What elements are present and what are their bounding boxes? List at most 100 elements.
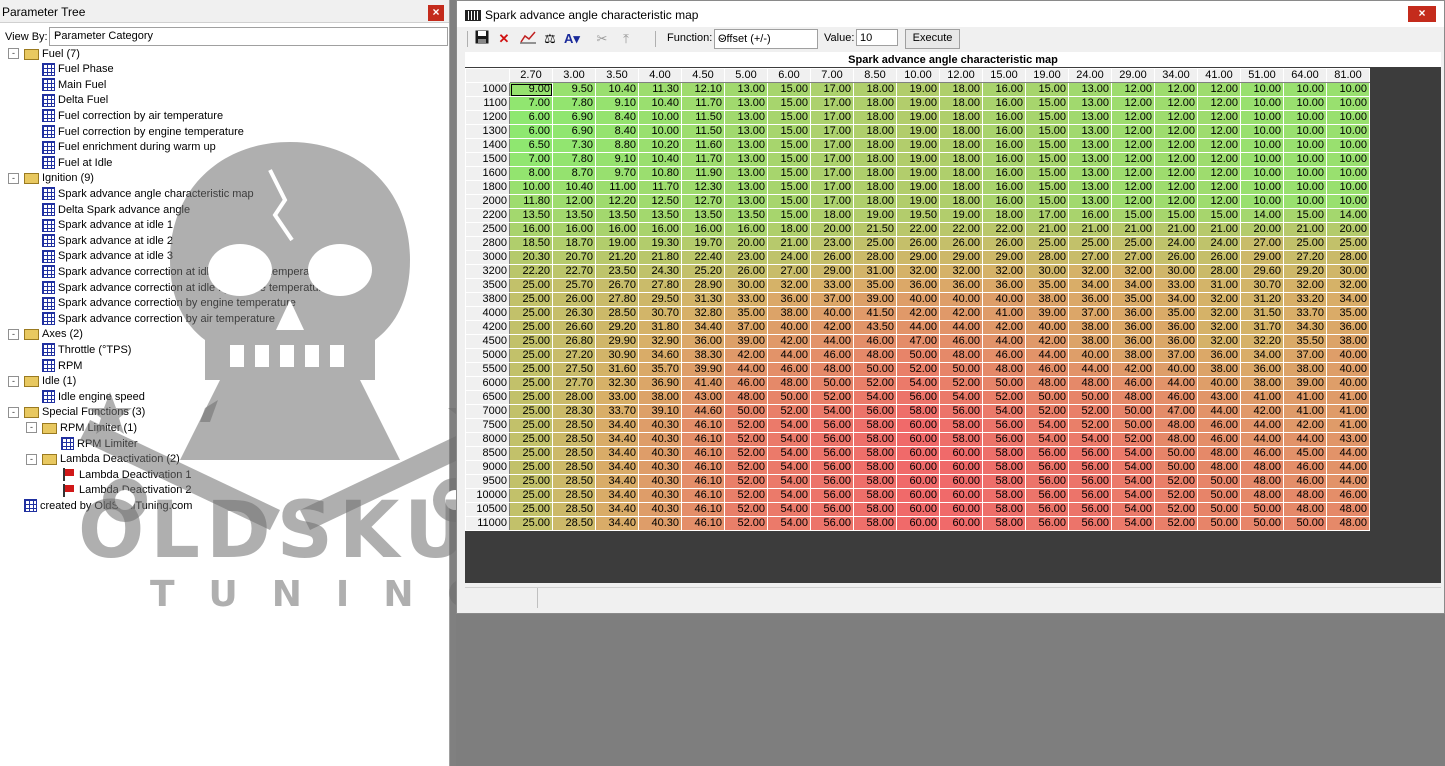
map-cell[interactable]: 50.00 [810,376,854,391]
map-cell[interactable]: 40.30 [638,488,682,503]
x-axis-cell[interactable]: 81.00 [1326,68,1370,83]
map-cell[interactable]: 28.50 [552,460,596,475]
map-cell[interactable]: 41.00 [1326,418,1370,433]
map-cell[interactable]: 26.70 [595,278,639,293]
map-cell[interactable]: 56.00 [1025,460,1069,475]
map-cell[interactable]: 42.00 [767,334,811,349]
map-cell[interactable]: 13.00 [1068,124,1112,139]
map-cell[interactable]: 58.00 [982,502,1026,517]
map-cell[interactable]: 40.00 [1068,348,1112,363]
y-axis-cell[interactable]: 3200 [465,264,510,279]
y-axis-cell[interactable]: 1500 [465,152,510,167]
map-cell[interactable]: 13.50 [681,208,725,223]
map-cell[interactable]: 28.50 [595,306,639,321]
map-cell[interactable]: 29.00 [1240,250,1284,265]
map-cell[interactable]: 28.50 [552,446,596,461]
tree-node[interactable]: Spark advance at idle 3 [42,249,173,264]
tree-node[interactable]: Lambda Deactivation 1 [61,467,192,482]
map-cell[interactable]: 12.00 [1154,96,1198,111]
map-cell[interactable]: 15.00 [1154,208,1198,223]
map-cell[interactable]: 60.00 [939,446,983,461]
map-cell[interactable]: 12.70 [681,194,725,209]
map-cell[interactable]: 42.00 [1283,418,1327,433]
map-cell[interactable]: 21.20 [595,250,639,265]
map-cell[interactable]: 8.40 [595,110,639,125]
balance-icon[interactable]: ⚖ [541,30,559,48]
map-cell[interactable]: 26.00 [1197,250,1241,265]
map-cell[interactable]: 13.00 [724,166,768,181]
map-cell[interactable]: 13.50 [724,208,768,223]
y-axis-cell[interactable]: 10000 [465,488,510,503]
map-cell[interactable]: 33.70 [595,404,639,419]
map-cell[interactable]: 31.70 [1240,320,1284,335]
map-cell[interactable]: 40.00 [982,292,1026,307]
map-cell[interactable]: 10.40 [638,96,682,111]
map-cell[interactable]: 25.00 [509,320,553,335]
map-cell[interactable]: 60.00 [939,488,983,503]
map-cell[interactable]: 25.00 [509,502,553,517]
map-cell[interactable]: 48.00 [1154,418,1198,433]
map-cell[interactable]: 27.00 [767,264,811,279]
tree-node[interactable]: Lambda Deactivation (2) [42,452,180,467]
x-axis-cell[interactable]: 41.00 [1197,68,1241,83]
map-cell[interactable]: 58.00 [982,474,1026,489]
map-cell[interactable]: 46.00 [724,376,768,391]
map-cell[interactable]: 12.00 [1154,110,1198,125]
map-cell[interactable]: 50.00 [939,362,983,377]
map-cell[interactable]: 30.90 [595,348,639,363]
map-cell[interactable]: 12.00 [1197,96,1241,111]
map-cell[interactable]: 18.00 [853,96,897,111]
map-cell[interactable]: 60.00 [896,488,940,503]
map-cell[interactable]: 11.90 [681,166,725,181]
map-cell[interactable]: 58.00 [982,460,1026,475]
map-cell[interactable]: 48.00 [1197,446,1241,461]
map-cell[interactable]: 6.00 [509,124,553,139]
map-cell[interactable]: 40.30 [638,516,682,531]
map-cell[interactable]: 15.00 [767,152,811,167]
map-cell[interactable]: 44.00 [1283,432,1327,447]
map-cell[interactable]: 32.00 [1197,320,1241,335]
map-cell[interactable]: 43.00 [1326,432,1370,447]
map-cell[interactable]: 10.00 [1283,96,1327,111]
map-cell[interactable]: 54.00 [1111,488,1155,503]
y-axis-cell[interactable]: 3000 [465,250,510,265]
x-axis-cell[interactable]: 34.00 [1154,68,1198,83]
map-cell[interactable]: 33.00 [724,292,768,307]
map-cell[interactable]: 48.00 [1111,390,1155,405]
map-cell[interactable]: 25.00 [1326,236,1370,251]
map-cell[interactable]: 12.00 [1154,194,1198,209]
map-cell[interactable]: 54.00 [767,432,811,447]
collapse-toggle[interactable]: - [26,422,37,434]
y-axis-cell[interactable]: 5500 [465,362,510,377]
map-cell[interactable]: 21.80 [638,250,682,265]
map-cell[interactable]: 10.00 [509,180,553,195]
map-cell[interactable]: 46.00 [1283,474,1327,489]
map-cell[interactable]: 18.00 [939,110,983,125]
map-cell[interactable]: 54.00 [767,502,811,517]
map-cell[interactable]: 40.00 [939,292,983,307]
map-cell[interactable]: 29.50 [638,292,682,307]
map-cell[interactable]: 34.00 [1326,292,1370,307]
tree-node[interactable]: Spark advance angle characteristic map [42,186,254,201]
map-cell[interactable]: 15.00 [767,124,811,139]
map-cell[interactable]: 54.00 [767,446,811,461]
x-axis-cell[interactable]: 3.00 [552,68,596,83]
map-cell[interactable]: 10.00 [1326,96,1370,111]
collapse-toggle[interactable]: - [8,172,19,184]
map-cell[interactable]: 13.00 [1068,194,1112,209]
map-cell[interactable]: 28.00 [1326,250,1370,265]
map-cell[interactable]: 52.00 [724,432,768,447]
map-cell[interactable]: 24.00 [767,250,811,265]
map-cell[interactable]: 38.00 [767,306,811,321]
map-cell[interactable]: 12.00 [1111,180,1155,195]
map-cell[interactable]: 12.50 [638,194,682,209]
tree-node[interactable]: RPM [42,358,82,373]
map-cell[interactable]: 52.00 [810,390,854,405]
map-cell[interactable]: 56.00 [810,460,854,475]
map-cell[interactable]: 19.00 [896,96,940,111]
map-cell[interactable]: 15.00 [1283,208,1327,223]
map-cell[interactable]: 12.00 [1111,110,1155,125]
map-cell[interactable]: 43.00 [1197,390,1241,405]
y-axis-cell[interactable]: 6000 [465,376,510,391]
x-axis-cell[interactable]: 64.00 [1283,68,1327,83]
